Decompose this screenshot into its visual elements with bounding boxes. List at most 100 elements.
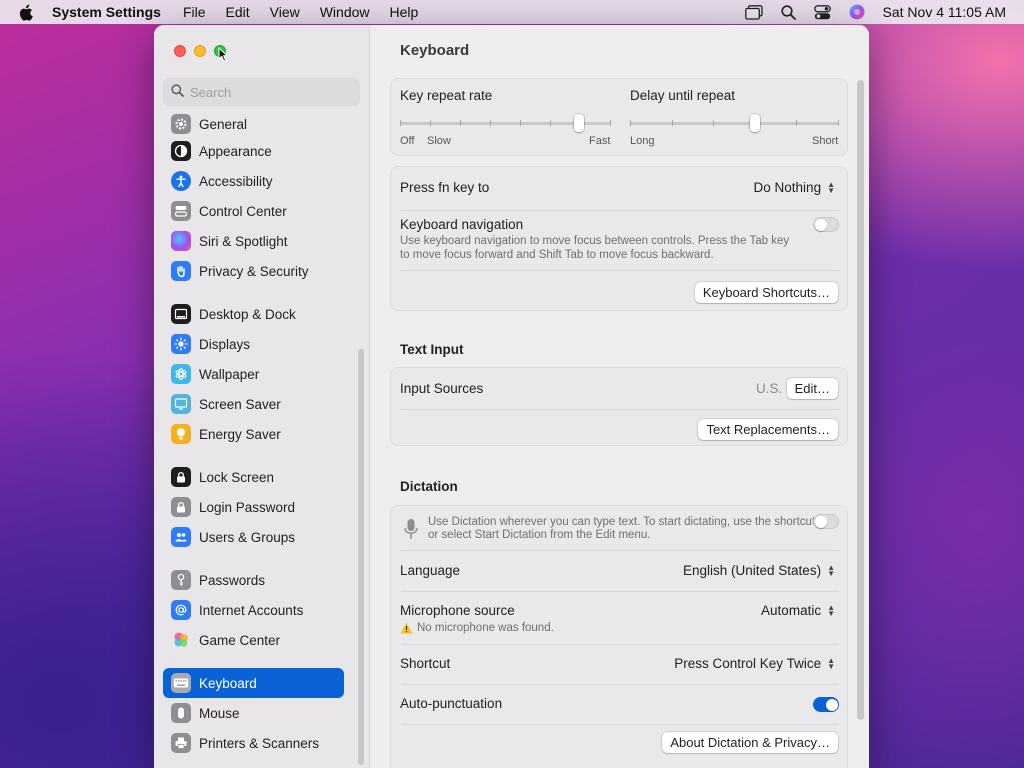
sidebar-item-displays[interactable]: Displays (163, 329, 344, 359)
sidebar-item-lock-screen[interactable]: Lock Screen (163, 462, 344, 492)
key-icon (171, 570, 191, 590)
chevron-updown-icon: ▲ ▼ (827, 562, 835, 578)
chevron-updown-icon: ▲ ▼ (827, 602, 835, 618)
sidebar-item-siri-spotlight[interactable]: Siri & Spotlight (163, 226, 344, 256)
sidebar-item-keyboard[interactable]: Keyboard (163, 668, 344, 698)
search-icon (171, 84, 184, 100)
search-icon[interactable] (780, 4, 796, 20)
dictation-description-2: or select Start Dictation from the Edit … (428, 529, 651, 541)
sidebar-item-privacy-security[interactable]: Privacy & Security (163, 256, 344, 286)
delay-repeat-slider-knob[interactable] (750, 114, 761, 132)
sidebar-item-internet-accounts[interactable]: Internet Accounts (163, 595, 344, 625)
key-repeat-off-label: Off (400, 135, 415, 147)
apple-icon[interactable] (18, 4, 38, 21)
sidebar-item-accessibility[interactable]: Accessibility (163, 166, 344, 196)
sidebar-item-desktop-dock[interactable]: Desktop & Dock (163, 299, 344, 329)
app-menu[interactable]: System Settings (52, 4, 161, 20)
sidebar-item-label: Users & Groups (199, 529, 296, 545)
sidebar: General Appearance Accessibility Control… (154, 25, 370, 768)
search-input[interactable] (190, 84, 350, 100)
sidebar-item-label: Appearance (199, 143, 272, 159)
sidebar-item-mouse[interactable]: Mouse (163, 698, 344, 728)
divider (401, 550, 839, 551)
microphone-source-popup[interactable]: Automatic ▲ ▼ (761, 603, 835, 618)
settings-window: General Appearance Accessibility Control… (154, 25, 869, 768)
fn-key-popup[interactable]: Do Nothing ▲ ▼ (754, 180, 835, 195)
slider-tick (610, 120, 611, 126)
menu-file[interactable]: File (183, 4, 206, 20)
lock-icon (171, 467, 191, 487)
slider-tick (671, 120, 673, 126)
sidebar-item-appearance[interactable]: Appearance (163, 136, 344, 166)
sidebar-item-label: Energy Saver (199, 426, 281, 442)
sidebar-item-label: Siri & Spotlight (199, 233, 288, 249)
edit-input-sources-button[interactable]: Edit… (786, 378, 838, 399)
hand-icon (171, 261, 191, 281)
sidebar-item-game-center[interactable]: Game Center (163, 625, 344, 655)
delay-repeat-track[interactable] (630, 122, 839, 125)
chevron-updown-icon: ▲ ▼ (827, 179, 835, 195)
fn-key-value: Do Nothing (753, 180, 822, 195)
sidebar-item-control-center[interactable]: Control Center (163, 196, 344, 226)
menu-clock[interactable]: Sat Nov 4 11:05 AM (883, 4, 1006, 20)
menu-view[interactable]: View (270, 4, 300, 20)
sidebar-item-label: Internet Accounts (199, 602, 304, 618)
menu-help[interactable]: Help (390, 4, 419, 20)
slider-tick (400, 120, 401, 126)
sidebar-item-screen-saver[interactable]: Screen Saver (163, 389, 344, 419)
sidebar-item-users-groups[interactable]: Users & Groups (163, 522, 344, 552)
minimize-button[interactable] (194, 45, 206, 57)
window-icon[interactable] (744, 4, 763, 20)
sidebar-item-passwords[interactable]: Passwords (163, 565, 344, 595)
microphone-source-value: Automatic (761, 603, 822, 618)
control-center-icon[interactable] (813, 4, 831, 20)
slider-tick (713, 120, 715, 126)
content-scrollbar[interactable] (857, 80, 864, 720)
chevron-updown-icon: ▲ ▼ (827, 655, 835, 671)
language-popup[interactable]: English (United States) ▲ ▼ (683, 563, 835, 578)
keyboard-shortcuts-button[interactable]: Keyboard Shortcuts… (694, 282, 838, 303)
slider-tick (550, 120, 551, 126)
lock-icon (171, 497, 191, 517)
shortcut-popup[interactable]: Press Control Key Twice ▲ ▼ (674, 656, 835, 671)
menu-edit[interactable]: Edit (226, 4, 250, 20)
auto-punctuation-toggle[interactable] (813, 697, 839, 712)
text-input-title: Text Input (400, 342, 464, 357)
about-dictation-privacy-button[interactable]: About Dictation & Privacy… (662, 732, 838, 753)
sidebar-item-label: Desktop & Dock (199, 306, 296, 322)
keyboard-nav-description-2: to move focus forward and Shift Tab to m… (400, 249, 714, 261)
keyboard-nav-label: Keyboard navigation (400, 217, 524, 232)
slider-tick (838, 120, 839, 126)
close-button[interactable] (174, 45, 186, 57)
sidebar-item-label: General (199, 116, 248, 132)
shortcut-label: Shortcut (400, 656, 451, 671)
auto-punctuation-label: Auto-punctuation (400, 696, 503, 711)
sidebar-scrollbar[interactable] (358, 349, 364, 765)
keyboard-nav-toggle[interactable] (813, 217, 839, 232)
key-repeat-label: Key repeat rate (400, 88, 493, 103)
text-replacements-button[interactable]: Text Replacements… (698, 419, 838, 440)
language-label: Language (400, 563, 461, 578)
gear-icon (171, 114, 191, 134)
sidebar-item-energy-saver[interactable]: Energy Saver (163, 419, 344, 449)
screen-saver-icon (171, 394, 191, 414)
sidebar-item-login-password[interactable]: Login Password (163, 492, 344, 522)
sidebar-item-general[interactable]: General (163, 111, 344, 137)
slider-tick (630, 120, 631, 126)
delay-repeat-label: Delay until repeat (630, 88, 736, 103)
dictation-card: Use Dictation wherever you can type text… (390, 505, 848, 768)
sidebar-item-printers-scanners[interactable]: Printers & Scanners (163, 728, 344, 758)
dictation-toggle[interactable] (813, 514, 839, 529)
flower-icon (171, 364, 191, 384)
appearance-icon (171, 141, 191, 161)
keyboard-options-card: Press fn key to Do Nothing ▲ ▼ Keyboard n… (390, 166, 848, 311)
search-field[interactable] (163, 78, 360, 106)
key-repeat-fast-label: Fast (589, 135, 611, 147)
game-center-icon (171, 630, 191, 650)
menu-window[interactable]: Window (320, 4, 370, 20)
key-repeat-slider-knob[interactable] (574, 114, 585, 132)
sidebar-item-label: Login Password (199, 499, 296, 515)
slider-tick (796, 120, 798, 126)
siri-icon[interactable] (849, 4, 865, 20)
sidebar-item-wallpaper[interactable]: Wallpaper (163, 359, 344, 389)
